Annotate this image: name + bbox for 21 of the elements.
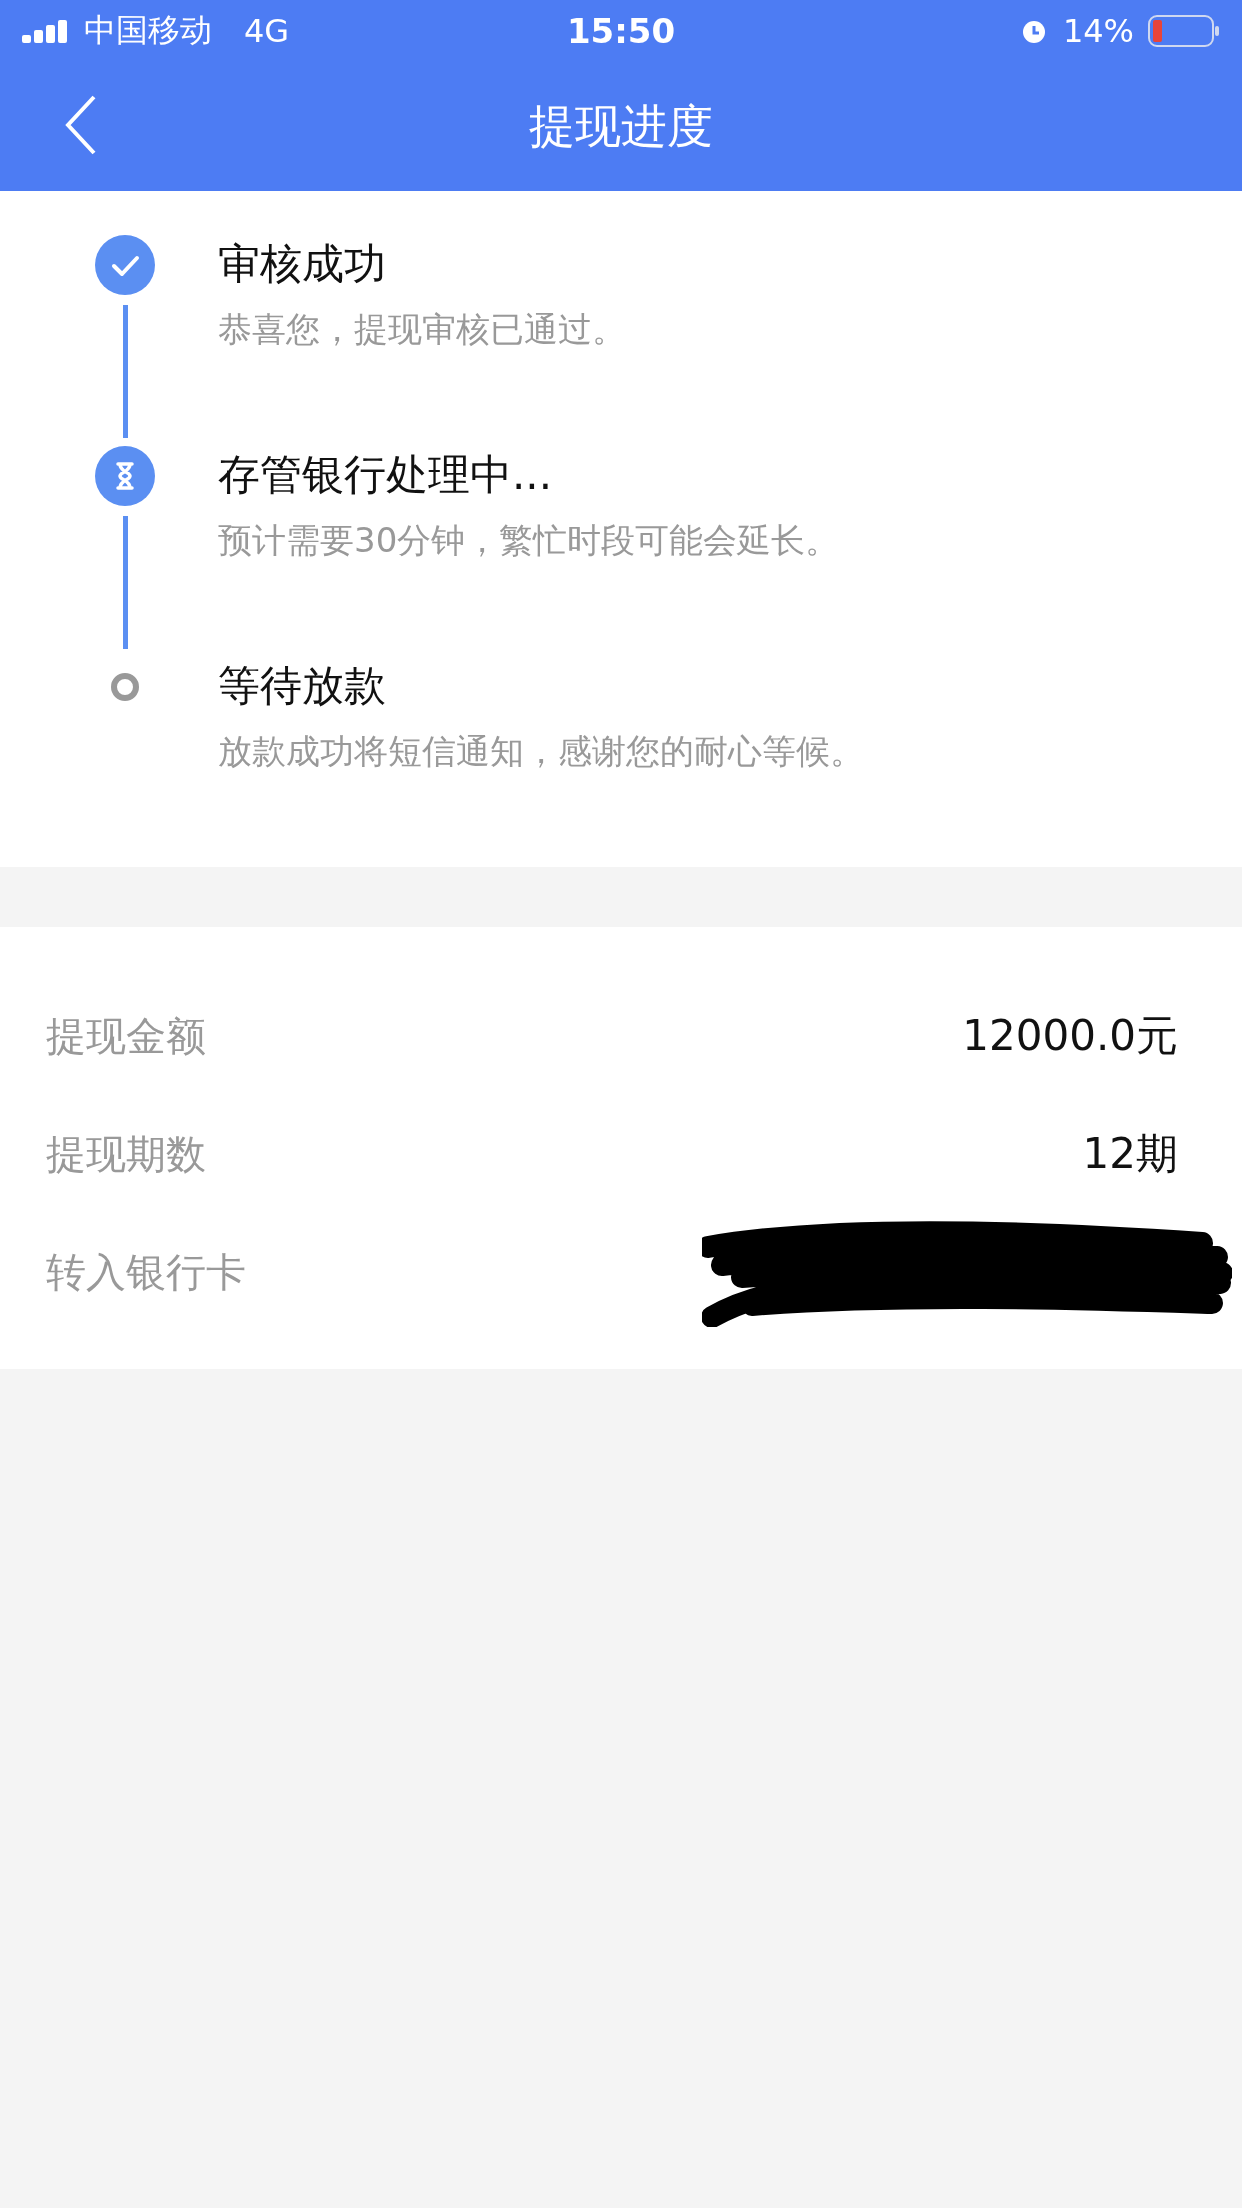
step-title: 审核成功 <box>218 238 387 290</box>
detail-value: 12期 <box>1082 1128 1178 1180</box>
network-type: 4G <box>244 12 290 50</box>
carrier-name: 中国移动 <box>84 10 212 51</box>
signal-icon <box>22 19 70 43</box>
battery-percent: 14% <box>1062 12 1134 50</box>
status-time: 15:50 <box>566 11 676 51</box>
page-title: 提现进度 <box>529 97 713 155</box>
detail-value: 12000.0元 <box>962 1010 1178 1062</box>
step-title: 存管银行处理中... <box>218 449 554 501</box>
step-description: 预计需要30分钟，繁忙时段可能会延长。 <box>218 519 840 562</box>
detail-label: 提现金额 <box>46 1011 206 1061</box>
check-circle-icon <box>95 235 155 295</box>
step-title: 等待放款 <box>218 660 387 712</box>
battery-icon <box>1148 15 1220 47</box>
pending-circle-icon <box>110 672 140 702</box>
hourglass-icon <box>95 446 155 506</box>
step-description: 放款成功将短信通知，感谢您的耐心等候。 <box>218 730 864 773</box>
detail-label: 提现期数 <box>46 1129 206 1179</box>
step-description: 恭喜您，提现审核已通过。 <box>218 308 626 351</box>
detail-label: 转入银行卡 <box>46 1247 246 1297</box>
